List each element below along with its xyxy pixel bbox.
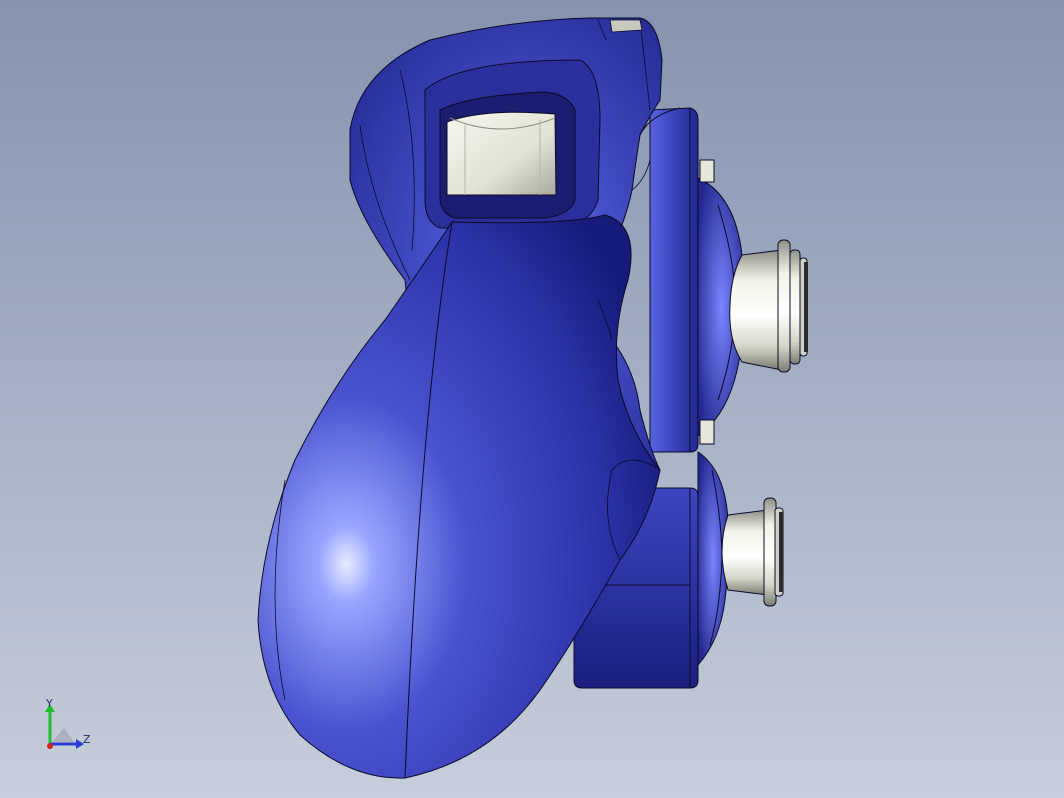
- grip-body: [257, 214, 661, 779]
- y-axis-label: Y: [46, 697, 53, 710]
- side-plate: [649, 107, 699, 453]
- axis-triad: Y Z: [38, 698, 98, 758]
- controller-model[interactable]: [0, 0, 1064, 798]
- trigger-hole: [424, 59, 601, 229]
- upper-metal-button: [729, 239, 808, 373]
- cad-viewport[interactable]: Y Z: [0, 0, 1064, 798]
- lower-metal-button: [721, 497, 784, 607]
- z-axis-label: Z: [83, 733, 91, 746]
